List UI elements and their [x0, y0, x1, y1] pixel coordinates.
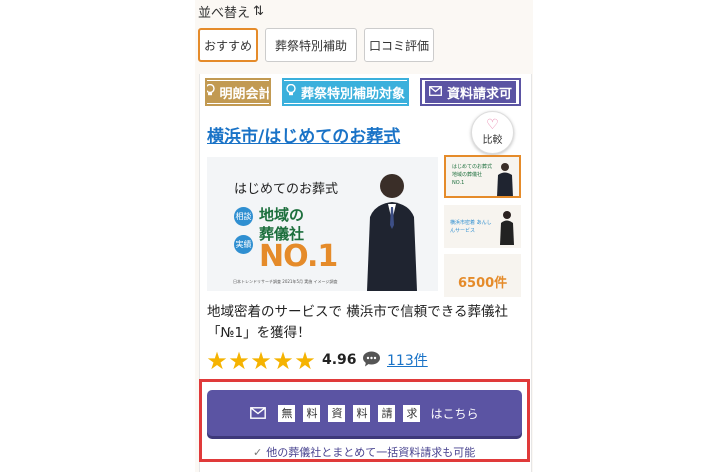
badge-label: 資料請求可 [446, 86, 512, 102]
badge-label: 明朗会計 [219, 86, 271, 102]
bulb-icon [286, 83, 296, 100]
ad-headline-1: 地域の [259, 206, 305, 224]
badge-label: 葬祭特別補助対象 [301, 86, 406, 102]
cta-char: 請 [378, 404, 396, 422]
ad-tag-results: 実績 [234, 235, 253, 254]
ad-brand-text: はじめてのお葬式 [234, 182, 339, 197]
free-brochure-request-button[interactable]: 無 料 資 料 請 求 はこちら [207, 390, 522, 436]
thumb-text: 6500件 [458, 276, 508, 291]
rating-stars: ★ ★ ★ ★ ★ [206, 349, 316, 373]
thumbnail-2[interactable]: 横浜市密着 あんしんサービス [444, 205, 521, 248]
sort-arrows-icon: ⇅ [253, 4, 264, 19]
cta-note-text: 他の葬儀社とまとめて一括資料請求も可能 [266, 446, 476, 459]
star-icon: ★ [206, 347, 228, 375]
sort-label-text: 並べ替え [198, 6, 251, 21]
heart-icon: ♡ [486, 117, 499, 133]
listing-description: 地域密着のサービスで 横浜市で信頼できる葬儀社「№1」を獲得！ [207, 304, 509, 341]
cta-char: 料 [303, 404, 321, 422]
badge-subsidy-eligible: 葬祭特別補助対象 [282, 78, 409, 106]
thumbnail-3[interactable]: 6500件 [444, 254, 521, 297]
ad-footnote: 日本トレンドリサーチ調査 2021年5月 実施 イメージ調査 [233, 279, 338, 284]
cta-char: 料 [353, 404, 371, 422]
rating-value: 4.96 [322, 352, 357, 368]
check-icon: ✓ [253, 446, 263, 459]
main-photo[interactable]: はじめてのお葬式 相談 実績 地域の 葬儀社 NO.1 日本トレンドリサーチ調査… [207, 157, 438, 291]
star-icon: ★ [228, 347, 250, 375]
badge-clear-pricing: 明朗会計 [205, 78, 271, 106]
cta-char: 求 [403, 404, 421, 422]
thumbnail-1[interactable]: はじめてのお葬式 地域の葬儀社 NO.1 [444, 155, 521, 198]
badge-brochure-available: 資料請求可 [420, 78, 521, 106]
cta-char: 無 [278, 404, 296, 422]
sort-label: 並べ替え ⇅ [198, 2, 264, 21]
tab-review-rating[interactable]: 口コミ評価 [364, 28, 434, 62]
tab-funeral-subsidy[interactable]: 葬祭特別補助 [265, 28, 357, 62]
star-icon: ★ [294, 347, 316, 375]
cta-char: 資 [328, 404, 346, 422]
listing-title-link[interactable]: 横浜市/はじめてのお葬式 [207, 122, 400, 147]
star-icon: ★ [272, 347, 294, 375]
mail-icon [250, 404, 267, 423]
tab-recommended[interactable]: おすすめ [198, 28, 258, 62]
thumb-text: はじめてのお葬式 地域の葬儀社 NO.1 [452, 164, 493, 186]
bulb-icon [207, 83, 215, 100]
cta-suffix: はこちら [430, 406, 479, 421]
mail-icon [429, 85, 442, 100]
ad-tag-consult: 相談 [234, 207, 253, 226]
review-count-link[interactable]: 113件 [387, 350, 428, 370]
star-icon: ★ [250, 347, 272, 375]
comment-icon [362, 351, 381, 371]
compare-label: 比較 [482, 135, 503, 146]
ad-rank: NO.1 [259, 239, 338, 274]
compare-button[interactable]: ♡ 比較 [471, 111, 514, 154]
thumb-text: 横浜市密着 あんしんサービス [450, 220, 492, 234]
cta-note: ✓ 他の葬儀社とまとめて一括資料請求も可能 [253, 444, 475, 460]
